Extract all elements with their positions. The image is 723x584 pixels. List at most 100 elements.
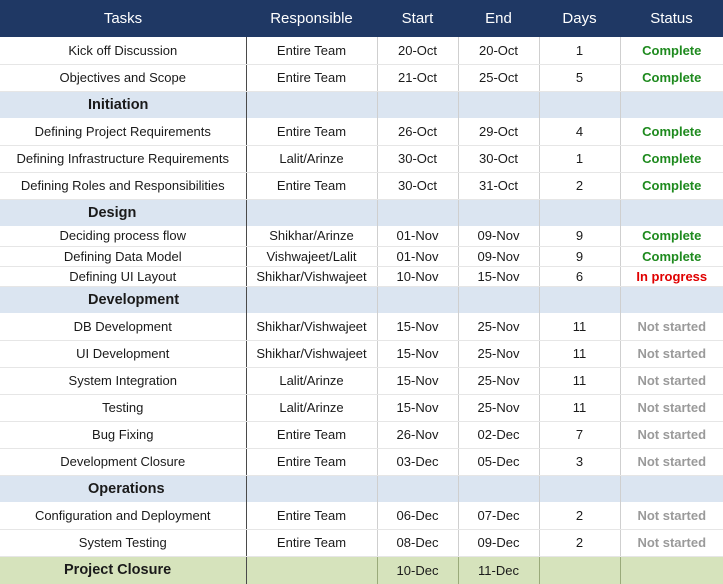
responsible-cell — [245, 91, 377, 118]
phase-name: Development — [0, 286, 246, 313]
responsible-cell: Entire Team — [245, 64, 377, 92]
end-date-cell: 09-Nov — [457, 226, 539, 247]
days-cell: 11 — [538, 340, 620, 368]
table-row: Defining Roles and Responsibilities Entir… — [0, 172, 723, 200]
task-name: Development Closure — [0, 448, 246, 476]
end-date-cell: 09-Nov — [457, 246, 539, 267]
task-name: Defining Data Model — [0, 246, 246, 267]
responsible-cell: Entire Team — [245, 118, 377, 146]
status-badge: Not started — [619, 313, 723, 341]
start-date-cell: 15-Nov — [376, 313, 458, 341]
phase-row: Design — [0, 199, 723, 226]
header-status: Status — [620, 0, 723, 37]
task-name: System Integration — [0, 367, 246, 395]
status-badge: Complete — [619, 226, 723, 247]
header-responsible: Responsible — [246, 0, 377, 37]
status-badge: Complete — [619, 246, 723, 267]
start-date-cell: 20-Oct — [376, 37, 458, 65]
end-date-cell: 25-Nov — [457, 313, 539, 341]
start-date-cell: 26-Nov — [376, 421, 458, 449]
phase-name: Initiation — [0, 91, 246, 118]
responsible-cell: Entire Team — [245, 448, 377, 476]
header-start: Start — [377, 0, 458, 37]
days-cell — [538, 91, 620, 118]
task-name: Defining Roles and Responsibilities — [0, 172, 246, 200]
table-row: DB Development Shikhar/Vishwajeet 15-Nov 25… — [0, 313, 723, 341]
days-cell: 5 — [538, 64, 620, 92]
start-date-cell: 01-Nov — [376, 226, 458, 247]
end-date-cell: 25-Nov — [457, 340, 539, 368]
status-badge: Complete — [619, 37, 723, 65]
status-badge: In progress — [619, 266, 723, 287]
table-row: Defining Project Requirements Entire Team… — [0, 118, 723, 146]
days-cell: 11 — [538, 313, 620, 341]
days-cell: 2 — [538, 172, 620, 200]
end-date-cell — [457, 199, 539, 226]
start-date-cell: 08-Dec — [376, 529, 458, 557]
responsible-cell: Entire Team — [245, 172, 377, 200]
phase-name: Design — [0, 199, 246, 226]
end-date-cell — [457, 91, 539, 118]
table-row: Kick off Discussion Entire Team 20-Oct 20-O… — [0, 37, 723, 65]
task-name: UI Development — [0, 340, 246, 368]
end-date-cell: 25-Nov — [457, 394, 539, 422]
table-row: Development Closure Entire Team 03-Dec 05-D… — [0, 448, 723, 476]
start-date-cell: 10-Nov — [376, 266, 458, 287]
phase-name: Operations — [0, 475, 246, 502]
start-date-cell — [376, 199, 458, 226]
table-row: System Testing Entire Team 08-Dec 09-Dec 2 No… — [0, 529, 723, 557]
status-badge — [619, 475, 723, 502]
task-name: DB Development — [0, 313, 246, 341]
end-date-cell: 05-Dec — [457, 448, 539, 476]
end-date-cell: 11-Dec — [457, 556, 539, 584]
closure-row: Project Closure 10-Dec 11-Dec — [0, 556, 723, 584]
start-date-cell: 15-Nov — [376, 394, 458, 422]
task-name: Defining Project Requirements — [0, 118, 246, 146]
days-cell — [538, 556, 620, 584]
table-row: Configuration and Deployment Entire Team 0… — [0, 502, 723, 530]
start-date-cell: 10-Dec — [376, 556, 458, 584]
days-cell: 7 — [538, 421, 620, 449]
table-row: System Integration Lalit/Arinze 15-Nov 25-N… — [0, 367, 723, 395]
start-date-cell: 15-Nov — [376, 340, 458, 368]
days-cell: 2 — [538, 502, 620, 530]
status-badge — [619, 286, 723, 313]
table-row: Defining Data Model Vishwajeet/Lalit 01-No… — [0, 246, 723, 267]
table-row: Testing Lalit/Arinze 15-Nov 25-Nov 11 Not sta… — [0, 394, 723, 422]
table-row: UI Development Shikhar/Vishwajeet 15-Nov 25… — [0, 340, 723, 368]
days-cell: 4 — [538, 118, 620, 146]
days-cell: 1 — [538, 145, 620, 173]
task-name: Testing — [0, 394, 246, 422]
start-date-cell: 15-Nov — [376, 367, 458, 395]
task-name: Kick off Discussion — [0, 37, 246, 65]
status-badge — [619, 556, 723, 584]
header-end: End — [458, 0, 539, 37]
days-cell: 3 — [538, 448, 620, 476]
status-badge: Not started — [619, 394, 723, 422]
status-badge: Complete — [619, 145, 723, 173]
start-date-cell — [376, 91, 458, 118]
status-badge: Not started — [619, 421, 723, 449]
end-date-cell: 15-Nov — [457, 266, 539, 287]
days-cell — [538, 199, 620, 226]
status-badge: Not started — [619, 529, 723, 557]
start-date-cell: 03-Dec — [376, 448, 458, 476]
end-date-cell: 25-Oct — [457, 64, 539, 92]
start-date-cell: 21-Oct — [376, 64, 458, 92]
status-badge: Complete — [619, 118, 723, 146]
end-date-cell: 31-Oct — [457, 172, 539, 200]
days-cell: 1 — [538, 37, 620, 65]
end-date-cell — [457, 475, 539, 502]
table-row: Defining UI Layout Shikhar/Vishwajeet 10-N… — [0, 266, 723, 287]
header-days: Days — [539, 0, 620, 37]
end-date-cell: 09-Dec — [457, 529, 539, 557]
task-name: Deciding process flow — [0, 226, 246, 247]
phase-row: Development — [0, 286, 723, 313]
table-row: Objectives and Scope Entire Team 21-Oct 25-… — [0, 64, 723, 92]
header-row: Tasks Responsible Start End Days Status — [0, 0, 723, 37]
status-badge: Not started — [619, 448, 723, 476]
status-badge: Not started — [619, 367, 723, 395]
end-date-cell: 30-Oct — [457, 145, 539, 173]
status-badge: Not started — [619, 502, 723, 530]
responsible-cell: Shikhar/Arinze — [245, 226, 377, 247]
